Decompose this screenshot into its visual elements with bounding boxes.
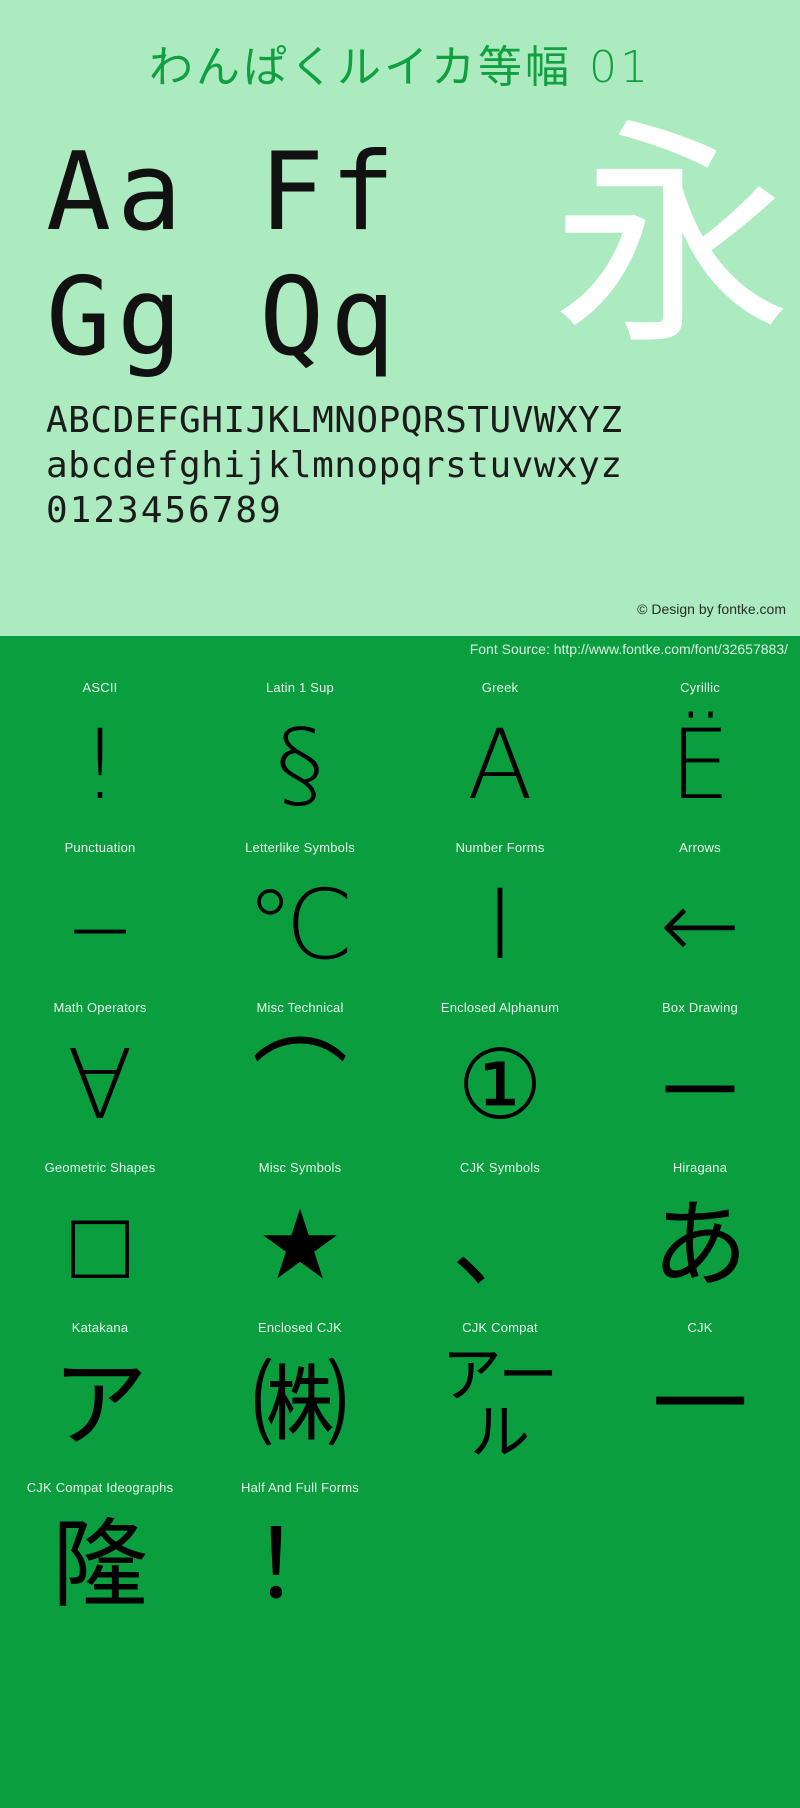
glyph-cell-box-drawing[interactable]: Box Drawing ─: [600, 998, 800, 1158]
glyph-sample: Ⅰ: [485, 869, 515, 981]
glyph-cell-enclosed-alphanum[interactable]: Enclosed Alphanum ①: [400, 998, 600, 1158]
font-source-bar: Font Source: http://www.fontke.com/font/…: [0, 636, 800, 670]
glyph-sample: あ: [652, 1189, 748, 1301]
font-title: わんぱくルイカ等幅 01: [149, 42, 651, 93]
glyph-block-label: Hiragana: [672, 1160, 728, 1175]
glyph-sample: 隆: [52, 1509, 148, 1621]
glyph-block-label: Misc Technical: [256, 1000, 344, 1015]
glyph-cell-half-and-full-forms[interactable]: Half And Full Forms ！: [200, 1478, 400, 1638]
glyph-cell-cjk[interactable]: CJK 一: [600, 1318, 800, 1478]
glyph-cell-misc-symbols[interactable]: Misc Symbols ★: [200, 1158, 400, 1318]
glyph-cell-cjk-symbols[interactable]: CJK Symbols 、: [400, 1158, 600, 1318]
glyph-cell-ascii[interactable]: ASCII!: [0, 678, 200, 838]
glyph-sample: アール: [441, 1341, 559, 1468]
glyph-sample: ★: [256, 1189, 344, 1301]
glyph-row: Geometric Shapes □ Misc Symbols ★ CJK Symbol…: [0, 1158, 800, 1318]
glyph-block-label: Latin 1 Sup: [266, 680, 334, 695]
glyph-sample: ←: [659, 869, 741, 981]
unicode-block-grid: ASCII! Latin 1 Sup § Greek Α Cyrillic Ё Punctua…: [0, 670, 800, 1638]
glyph-cell-cjk-compat-ideographs[interactable]: CJK Compat Ideographs 隆: [0, 1478, 200, 1638]
glyph-sample: ‒: [69, 869, 131, 981]
glyph-sample: [600, 1500, 800, 1630]
glyph-cell-geometric-shapes[interactable]: Geometric Shapes □: [0, 1158, 200, 1318]
glyph-block-label: Geometric Shapes: [44, 1160, 156, 1175]
glyph-cell-math-operators[interactable]: Math Operators ∀: [0, 998, 200, 1158]
glyph-block-label: ASCII: [82, 680, 118, 695]
glyph-block-label: CJK Compat: [462, 1320, 538, 1335]
glyph-block-label: Enclosed Alphanum: [440, 1000, 560, 1015]
glyph-cell-number-forms[interactable]: Number Forms Ⅰ: [400, 838, 600, 998]
glyph-cell-latin-1-sup[interactable]: Latin 1 Sup §: [200, 678, 400, 838]
glyph-block-label: Box Drawing: [662, 1000, 738, 1015]
glyph-sample: ⌒: [252, 1029, 348, 1141]
glyph-sample: !: [80, 709, 120, 821]
copyright-notice: © Design by fontke.com: [637, 601, 786, 617]
glyph-block-label: Number Forms: [455, 840, 545, 855]
glyph-block-label: CJK: [687, 1320, 713, 1335]
glyph-cell-letterlike-symbols[interactable]: Letterlike Symbols ℃: [200, 838, 400, 998]
glyph-sample: ∀: [67, 1029, 133, 1141]
glyph-row: ASCII! Latin 1 Sup § Greek Α Cyrillic Ё: [0, 678, 800, 838]
glyph-cell-punctuation[interactable]: Punctuation ‒: [0, 838, 200, 998]
glyph-cell-enclosed-cjk[interactable]: Enclosed CJK ㈱: [200, 1318, 400, 1478]
glyph-cell-katakana[interactable]: Katakana ア: [0, 1318, 200, 1478]
glyph-block-label: Math Operators: [53, 1000, 147, 1015]
glyph-sample: ─: [665, 1029, 734, 1141]
glyph-block-label: Misc Symbols: [258, 1160, 342, 1175]
glyph-block-label: Katakana: [71, 1320, 129, 1335]
glyph-row: Math Operators ∀ Misc Technical ⌒ Enclosed A…: [0, 998, 800, 1158]
large-sample-row-2: Gg Qq: [46, 255, 402, 380]
glyph-block-label: Half And Full Forms: [241, 1480, 359, 1495]
glyph-sample: [400, 1500, 600, 1630]
glyph-block-label: Punctuation: [64, 840, 136, 855]
glyph-block-label: Arrows: [679, 840, 721, 855]
glyph-sample: 、: [452, 1189, 548, 1301]
glyph-cell-hiragana[interactable]: Hiragana あ: [600, 1158, 800, 1318]
digits-line: 0123456789: [46, 490, 283, 531]
glyph-cell-arrows[interactable]: Arrows ←: [600, 838, 800, 998]
alphabet-uppercase: ABCDEFGHIJKLMNOPQRSTUVWXYZ: [46, 400, 623, 441]
glyph-row: CJK Compat Ideographs 隆 Half And Full Form…: [0, 1478, 800, 1638]
alphabet-lowercase: abcdefghijklmnopqrstuvwxyz: [46, 445, 623, 486]
glyph-cell-cyrillic[interactable]: Cyrillic Ё: [600, 678, 800, 838]
glyph-block-label: Letterlike Symbols: [245, 840, 355, 855]
glyph-sample: ㈱: [252, 1349, 348, 1461]
glyph-block-label: CJK Compat Ideographs: [26, 1480, 174, 1495]
glyph-sample: §: [276, 709, 324, 821]
cjk-sample-glyph: 永: [551, 98, 792, 378]
font-specimen-panel: わんぱくルイカ等幅 01 Aa Ff Gg Qq 永 ABCDEFGHIJKLM…: [0, 0, 800, 636]
large-letter-samples: Aa Ff Gg Qq: [46, 130, 466, 380]
glyph-block-label: CJK Symbols: [459, 1160, 541, 1175]
glyph-sample: ア: [52, 1349, 148, 1461]
glyph-sample: ！: [252, 1509, 348, 1621]
glyph-row: Punctuation ‒ Letterlike Symbols ℃ Number Fo…: [0, 838, 800, 998]
glyph-cell-cjk-compat[interactable]: CJK Compat アール: [400, 1318, 600, 1478]
alphabet-block: ABCDEFGHIJKLMNOPQRSTUVWXYZ abcdefghijklm…: [46, 398, 623, 533]
glyph-sample: Α: [467, 709, 533, 821]
glyph-cell-empty: [600, 1478, 800, 1638]
glyph-block-label: Cyrillic: [680, 680, 720, 695]
glyph-sample: □: [71, 1189, 129, 1301]
glyph-sample: 一: [652, 1349, 748, 1461]
font-source-url: Font Source: http://www.fontke.com/font/…: [469, 641, 788, 657]
glyph-cell-misc-technical[interactable]: Misc Technical ⌒: [200, 998, 400, 1158]
glyph-sample: ℃: [246, 869, 354, 981]
glyph-cell-greek[interactable]: Greek Α: [400, 678, 600, 838]
glyph-sample: ①: [456, 1029, 544, 1141]
large-sample-row-1: Aa Ff: [46, 130, 402, 255]
glyph-block-label: Greek: [481, 680, 519, 695]
glyph-sample: Ё: [669, 709, 731, 821]
glyph-block-label: Enclosed CJK: [257, 1320, 343, 1335]
glyph-cell-empty: [400, 1478, 600, 1638]
glyph-row: Katakana ア Enclosed CJK ㈱ CJK Compat アール CJK 一: [0, 1318, 800, 1478]
